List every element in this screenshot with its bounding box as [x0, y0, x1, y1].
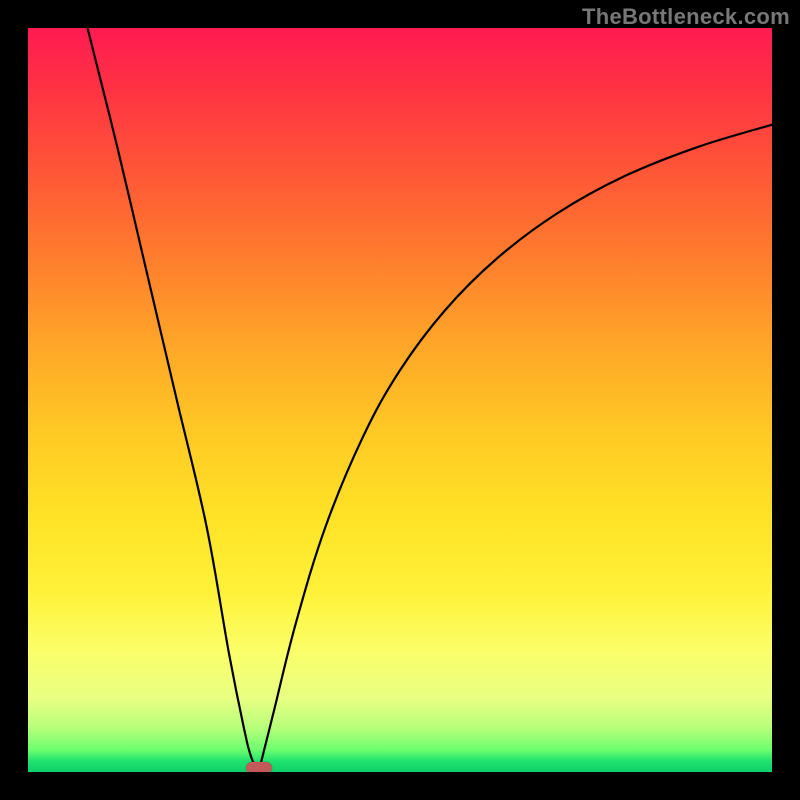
minimum-marker — [246, 762, 272, 772]
plot-area — [28, 28, 772, 772]
watermark-text: TheBottleneck.com — [582, 4, 790, 30]
curve-layer — [28, 28, 772, 772]
curve-left-branch — [88, 28, 259, 772]
chart-frame: TheBottleneck.com — [0, 0, 800, 800]
curve-right-branch — [259, 125, 772, 772]
